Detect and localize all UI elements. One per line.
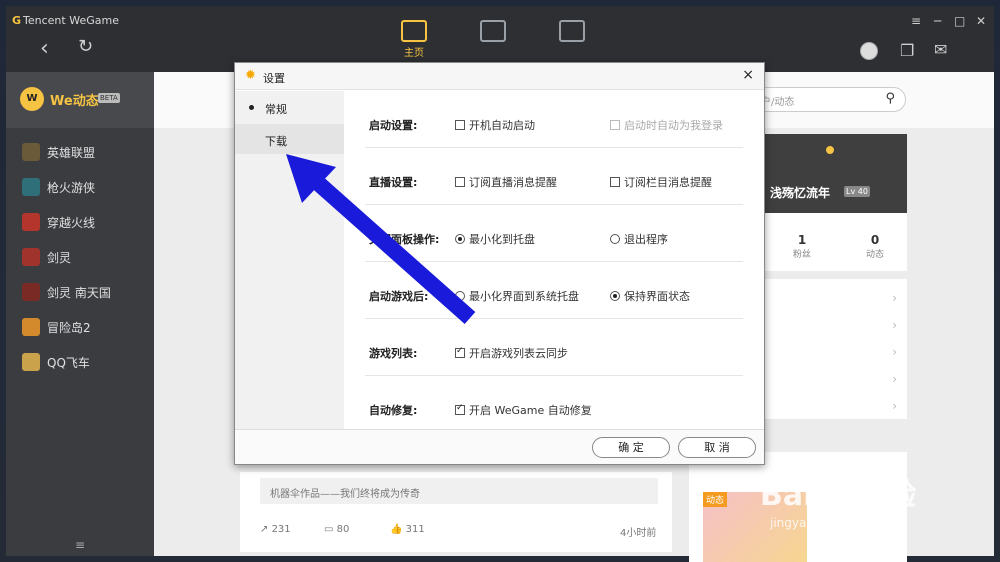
sidebar: W We动态 BETA 英雄联盟 枪火游侠 穿越火线 剑灵 剑灵 南天国 冒险岛…	[6, 72, 154, 556]
column-notify-checkbox[interactable]: 订阅栏目消息提醒	[610, 174, 712, 190]
tab-home[interactable]: 主页	[397, 20, 431, 60]
gear-icon: ✹	[245, 68, 256, 83]
profile-stats: 1 粉丝 0 动态	[760, 213, 907, 271]
auto-repair-checkbox[interactable]: 开启 WeGame 自动修复	[455, 402, 592, 418]
settings-nav: 常规 下载	[235, 91, 344, 431]
banner-decoration-icon	[826, 146, 834, 154]
cancel-button[interactable]: 取 消	[678, 437, 756, 458]
close-window-icon[interactable]: ✕	[976, 14, 986, 28]
sidebar-menu-icon[interactable]: ≡	[6, 538, 154, 552]
game-icon	[22, 143, 40, 161]
sidebar-item-game[interactable]: QQ飞车	[6, 344, 154, 379]
feed-post: 机器伞作品——我们终将成为传奇 ↗ 231 ▭ 80 👍 311 4小时前	[240, 472, 672, 552]
search-icon[interactable]: ⚲	[885, 91, 895, 106]
tab-general[interactable]: 常规	[265, 101, 287, 117]
minimize-system-tray-radio[interactable]: 最小化界面到系统托盘	[455, 288, 579, 304]
sidebar-item-we-dynamic[interactable]: W We动态 BETA	[6, 72, 154, 128]
chevron-right-icon[interactable]: ›	[892, 372, 897, 386]
sidebar-item-game[interactable]: 英雄联盟	[6, 134, 154, 169]
selected-bullet-icon	[249, 105, 254, 110]
game-icon	[22, 178, 40, 196]
close-icon[interactable]: ×	[742, 67, 754, 83]
settings-content: 启动设置: 开机自动启动 启动时自动为我登录 直播设置: 订阅直播消息提醒 订阅…	[345, 91, 764, 431]
game-icon	[22, 318, 40, 336]
app-logo: G Tencent WeGame	[12, 14, 119, 27]
live-notify-checkbox[interactable]: 订阅直播消息提醒	[455, 174, 557, 190]
sidebar-item-game[interactable]: 冒险岛2	[6, 309, 154, 344]
cloud-sync-checkbox[interactable]: 开启游戏列表云同步	[455, 345, 568, 361]
post-quote[interactable]: 机器伞作品——我们终将成为传奇	[260, 478, 658, 504]
stat-posts[interactable]: 0 动态	[855, 233, 895, 260]
profile-banner: 浅殇忆流年 Lv 40	[760, 134, 907, 213]
watermark: Baidu经验	[760, 478, 917, 513]
search-input[interactable]: 户/动态 ⚲	[752, 87, 906, 112]
setting-row-game-list: 游戏列表: 开启游戏列表云同步	[365, 319, 743, 376]
chevron-right-icon[interactable]: ›	[892, 345, 897, 359]
menu-icon[interactable]: ≡	[911, 14, 921, 28]
stat-fans[interactable]: 1 粉丝	[782, 233, 822, 260]
minimize-icon[interactable]: ─	[934, 14, 941, 28]
sidebar-item-game[interactable]: 剑灵	[6, 239, 154, 274]
setting-row-after-launch: 启动游戏后: 最小化界面到系统托盘 保持界面状态	[365, 262, 743, 319]
tab-store[interactable]	[476, 20, 510, 60]
auto-login-checkbox[interactable]: 启动时自动为我登录	[610, 117, 723, 133]
comment-button[interactable]: ▭ 80	[324, 524, 349, 535]
game-icon	[22, 353, 40, 371]
chevron-right-icon[interactable]: ›	[892, 399, 897, 413]
chevron-right-icon[interactable]: ›	[892, 291, 897, 305]
tab-video[interactable]	[555, 20, 589, 60]
sidebar-item-game[interactable]: 剑灵 南天国	[6, 274, 154, 309]
auto-start-checkbox[interactable]: 开机自动启动	[455, 117, 535, 133]
game-icon	[22, 248, 40, 266]
keep-state-radio[interactable]: 保持界面状态	[610, 288, 690, 304]
chevron-right-icon[interactable]: ›	[892, 318, 897, 332]
setting-row-close-panel: 关闭面板操作: 最小化到托盘 退出程序	[365, 205, 743, 262]
we-logo-icon: W	[20, 87, 44, 111]
exit-program-radio[interactable]: 退出程序	[610, 231, 668, 247]
dialog-footer: 确 定 取 消	[235, 429, 764, 464]
watermark-url: jingyan.baidu.com	[770, 516, 881, 530]
minimize-tray-radio[interactable]: 最小化到托盘	[455, 231, 535, 247]
tab-download-highlight	[235, 124, 344, 154]
game-icon	[22, 213, 40, 231]
home-icon	[401, 20, 427, 42]
setting-row-startup: 启动设置: 开机自动启动 启动时自动为我登录	[365, 91, 743, 148]
back-icon[interactable]: ‹	[40, 36, 49, 61]
dialog-title-bar: ✹ 设置 ×	[235, 63, 764, 90]
like-button[interactable]: 👍 311	[390, 524, 425, 535]
sidebar-item-game[interactable]: 枪火游侠	[6, 169, 154, 204]
video-icon	[559, 20, 585, 42]
game-icon	[22, 283, 40, 301]
post-time: 4小时前	[620, 528, 657, 539]
sidebar-item-game[interactable]: 穿越火线	[6, 204, 154, 239]
refresh-icon[interactable]: ↻	[78, 36, 93, 57]
tab-download[interactable]: 下载	[265, 133, 287, 149]
store-icon	[480, 20, 506, 42]
settings-dialog: ✹ 设置 × 常规 下载 启动设置: 开机自动启动 启动时自动为我登录 直播设置…	[234, 62, 765, 465]
share-button[interactable]: ↗ 231	[260, 524, 291, 535]
mail-icon[interactable]: ✉	[934, 40, 947, 59]
avatar[interactable]	[860, 42, 878, 60]
messages-icon[interactable]: ❐	[900, 41, 914, 60]
confirm-button[interactable]: 确 定	[592, 437, 670, 458]
setting-row-live: 直播设置: 订阅直播消息提醒 订阅栏目消息提醒	[365, 148, 743, 205]
setting-row-auto-repair: 自动修复: 开启 WeGame 自动修复	[365, 376, 743, 431]
maximize-icon[interactable]: □	[954, 14, 965, 28]
profile-links: › › › › ›	[760, 279, 907, 419]
